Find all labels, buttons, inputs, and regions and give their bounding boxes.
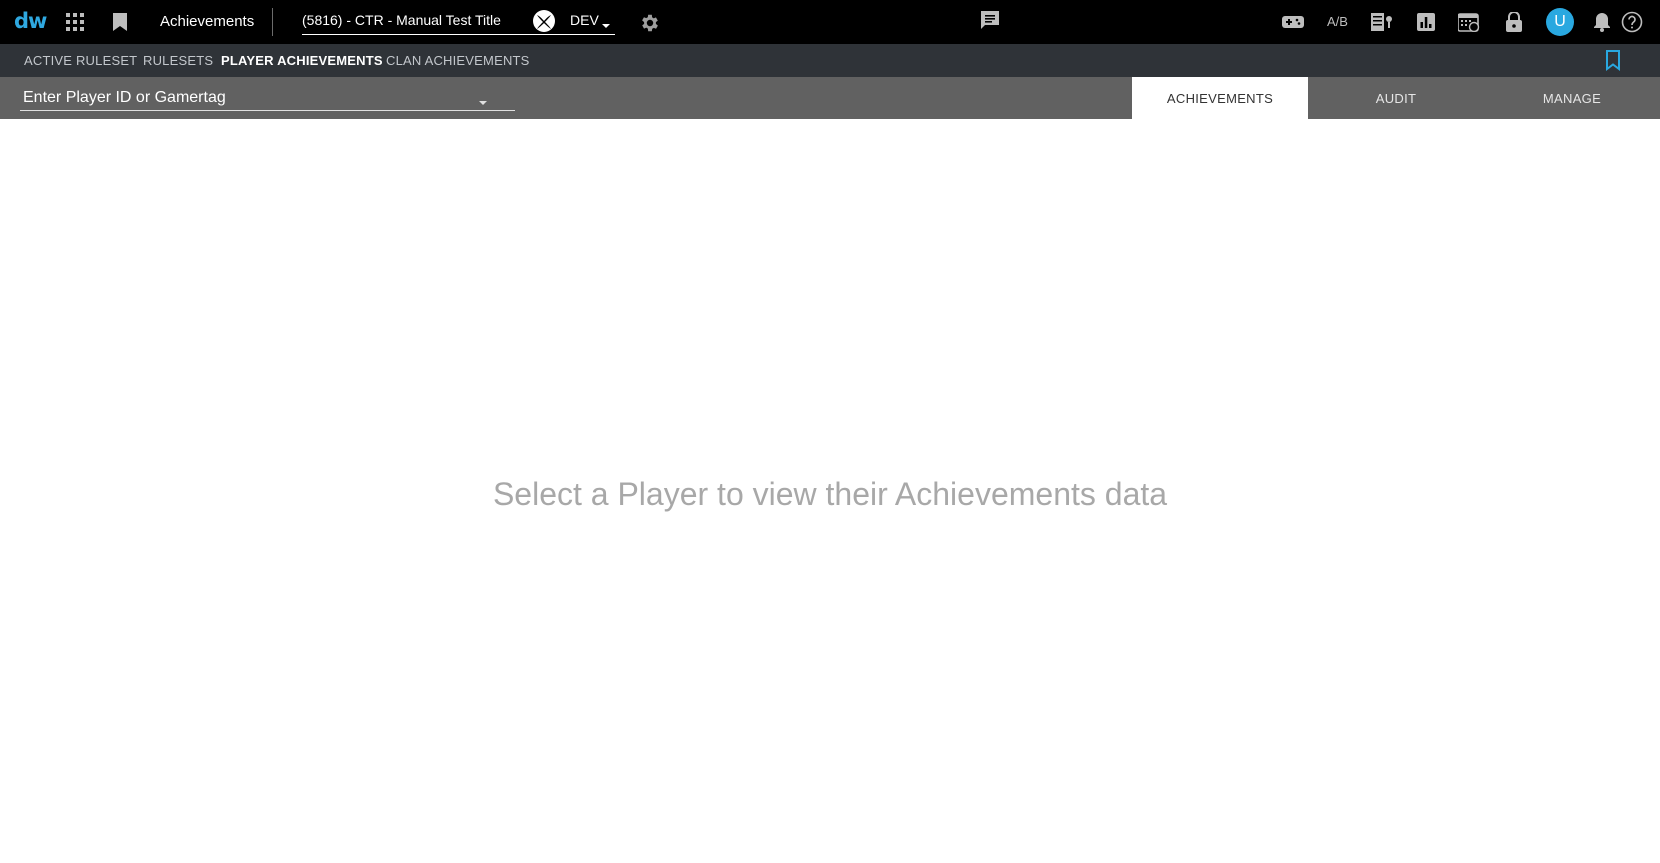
help-icon[interactable] bbox=[1620, 10, 1644, 34]
player-search-placeholder: Enter Player ID or Gamertag bbox=[23, 89, 226, 106]
divider bbox=[272, 8, 273, 36]
player-search-select[interactable]: Enter Player ID or Gamertag bbox=[20, 85, 515, 111]
empty-state-message: Select a Player to view their Achievemen… bbox=[492, 476, 1168, 512]
app-title: Achievements bbox=[160, 13, 255, 30]
caret-down-icon bbox=[478, 94, 488, 105]
tab-achievements[interactable]: ACHIEVEMENTS bbox=[1132, 77, 1308, 119]
gamepad-icon[interactable] bbox=[1281, 10, 1305, 34]
nav-clan-achievements[interactable]: CLAN ACHIEVEMENTS bbox=[386, 53, 530, 68]
player-toolbar: Enter Player ID or Gamertag ACHIEVEMENTS… bbox=[0, 77, 1660, 119]
xbox-icon bbox=[532, 9, 556, 33]
avatar[interactable]: U bbox=[1546, 8, 1574, 36]
bookmark-icon[interactable] bbox=[1602, 49, 1624, 71]
nav-player-achievements[interactable]: PLAYER ACHIEVEMENTS bbox=[221, 53, 383, 68]
gear-icon[interactable] bbox=[638, 11, 662, 35]
bell-icon[interactable] bbox=[1590, 10, 1614, 34]
lock-icon[interactable] bbox=[1502, 10, 1526, 34]
app-logo[interactable]: dw bbox=[14, 9, 47, 33]
nav-rulesets[interactable]: RULESETS bbox=[143, 53, 213, 68]
nav-active-ruleset[interactable]: ACTIVE RULESET bbox=[24, 53, 137, 68]
tab-audit[interactable]: AUDIT bbox=[1308, 77, 1484, 119]
top-app-bar: dw Achievements (5816) - CTR - Manual Te… bbox=[0, 0, 1660, 44]
chat-icon[interactable] bbox=[979, 9, 1001, 31]
content-icon[interactable] bbox=[1370, 10, 1394, 34]
calendar-icon[interactable] bbox=[1457, 10, 1481, 34]
environment-label: DEV bbox=[570, 12, 599, 28]
section-nav: ACTIVE RULESET RULESETS PLAYER ACHIEVEME… bbox=[0, 44, 1660, 77]
bar-chart-icon[interactable] bbox=[1414, 10, 1438, 34]
caret-down-icon bbox=[601, 17, 611, 28]
apps-icon[interactable] bbox=[64, 11, 86, 33]
title-select[interactable]: (5816) - CTR - Manual Test Title DEV bbox=[302, 8, 615, 35]
title-select-value: (5816) - CTR - Manual Test Title bbox=[302, 12, 501, 28]
tab-manage[interactable]: MANAGE bbox=[1484, 77, 1660, 119]
ab-test-icon[interactable]: A/B bbox=[1327, 14, 1348, 29]
bookmark-icon[interactable] bbox=[109, 11, 131, 33]
